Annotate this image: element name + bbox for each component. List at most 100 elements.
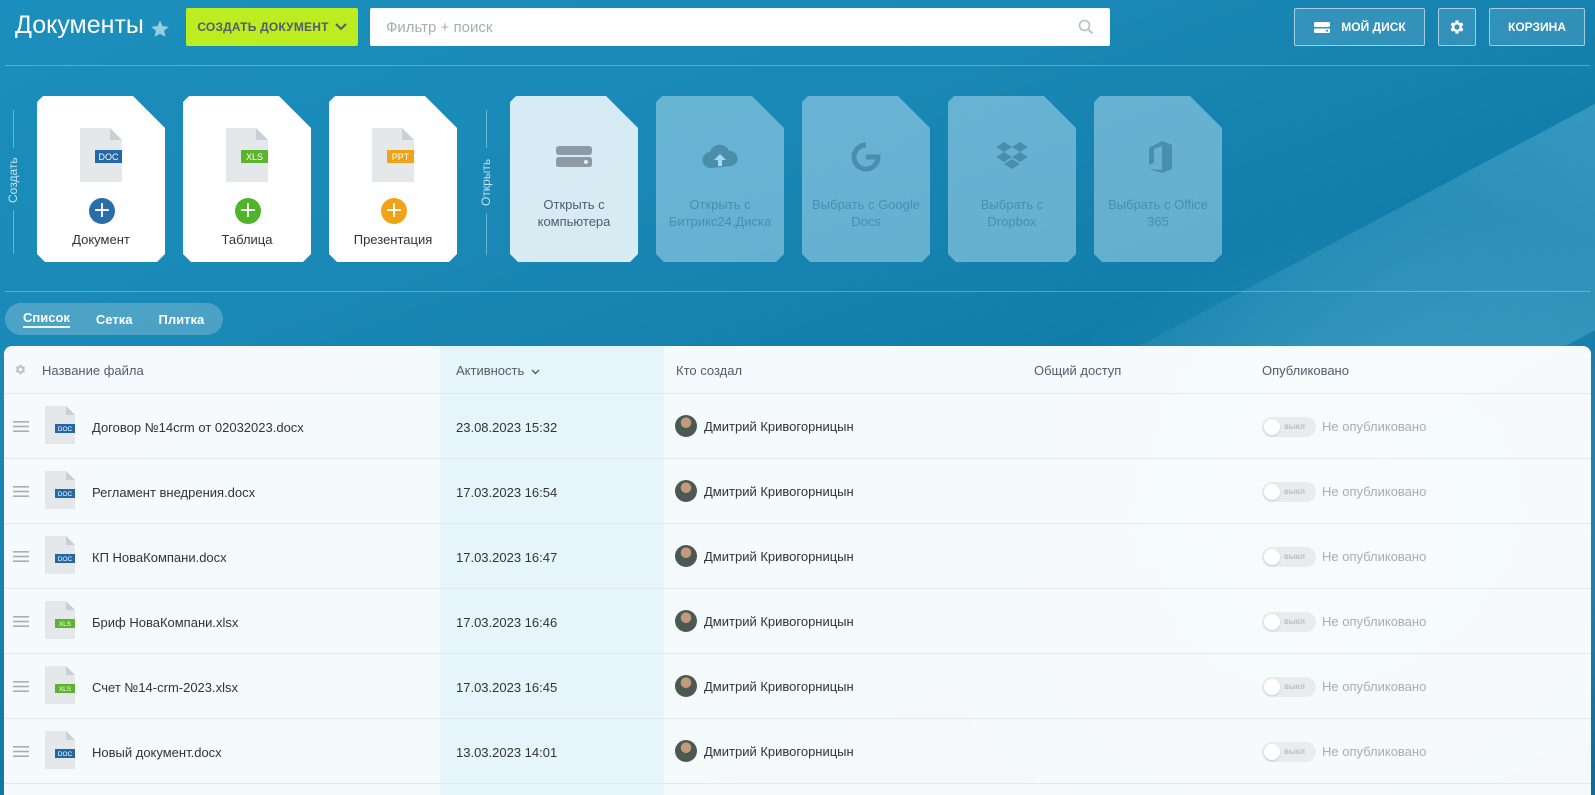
- publish-toggle[interactable]: выкл: [1262, 612, 1316, 632]
- divider: [5, 65, 1590, 66]
- activity-date: 23.08.2023 15:32: [456, 420, 558, 435]
- tile-label: Документ: [72, 232, 130, 247]
- drag-handle-icon[interactable]: [13, 421, 29, 432]
- office365-icon: [1149, 141, 1172, 173]
- gear-icon[interactable]: [14, 363, 27, 376]
- publish-toggle[interactable]: выкл: [1262, 547, 1316, 567]
- google-docs-tile[interactable]: Выбрать с Google Docs: [802, 96, 930, 262]
- table-row[interactable]: XLS Бриф НоваКомпани.xlsx 17.03.2023 16:46…: [4, 589, 1591, 654]
- toggle-text: выкл: [1284, 747, 1305, 756]
- documents-grid: Название файла Активность Кто создал Общ…: [4, 346, 1591, 795]
- column-header-author[interactable]: Кто создал: [676, 363, 742, 378]
- author-name[interactable]: Дмитрий Кривогорницын: [704, 614, 854, 629]
- file-name[interactable]: Счет №14-crm-2023.xlsx: [92, 680, 238, 695]
- file-icon: XLS: [45, 666, 75, 704]
- column-header-name[interactable]: Название файла: [42, 363, 144, 378]
- file-type-badge: DOC: [58, 556, 73, 563]
- office365-tile[interactable]: Выбрать с Office 365: [1094, 96, 1222, 262]
- publish-status: Не опубликовано: [1322, 744, 1427, 759]
- toggle-knob: [1264, 549, 1280, 565]
- view-list-tab[interactable]: Список: [23, 310, 70, 328]
- open-section-label: Открыть: [479, 158, 493, 206]
- publish-status: Не опубликовано: [1322, 679, 1427, 694]
- publish-status: Не опубликовано: [1322, 549, 1427, 564]
- create-spreadsheet-tile[interactable]: XLS + Таблица: [183, 96, 311, 262]
- table-row[interactable]: DOC Новый документ.docx 13.03.2023 14:01 Дм…: [4, 719, 1591, 784]
- table-row[interactable]: DOC КП НоваКомпани.docx 17.03.2023 16:47 Дм…: [4, 524, 1591, 589]
- drag-handle-icon[interactable]: [13, 486, 29, 497]
- author-name[interactable]: Дмитрий Кривогорницын: [704, 679, 854, 694]
- drag-handle-icon[interactable]: [13, 681, 29, 692]
- file-type-badge: DOC: [58, 491, 73, 498]
- toggle-text: выкл: [1284, 617, 1305, 626]
- publish-toggle[interactable]: выкл: [1262, 482, 1316, 502]
- open-from-computer-tile[interactable]: Открыть с компьютера: [510, 96, 638, 262]
- grid-header: Название файла Активность Кто создал Общ…: [4, 346, 1591, 394]
- column-header-sharing[interactable]: Общий доступ: [1034, 363, 1121, 378]
- toggle-knob: [1264, 744, 1280, 760]
- chevron-down-icon: [334, 23, 347, 31]
- file-name[interactable]: КП НоваКомпани.docx: [92, 550, 227, 565]
- dropbox-tile[interactable]: Выбрать с Dropbox: [948, 96, 1076, 262]
- author-name[interactable]: Дмитрий Кривогорницын: [704, 419, 854, 434]
- drag-handle-icon[interactable]: [13, 746, 29, 757]
- trash-label: КОРЗИНА: [1508, 20, 1566, 34]
- author-name[interactable]: Дмитрий Кривогорницын: [704, 744, 854, 759]
- hard-drive-icon: [1314, 21, 1331, 33]
- view-tile-tab[interactable]: Плитка: [158, 312, 204, 327]
- view-grid-tab[interactable]: Сетка: [96, 312, 133, 327]
- column-header-activity[interactable]: Активность: [456, 363, 540, 378]
- chevron-down-icon: [531, 369, 540, 375]
- file-name[interactable]: Бриф НоваКомпани.xlsx: [92, 615, 238, 630]
- my-disk-button[interactable]: МОЙ ДИСК: [1294, 8, 1425, 46]
- search-icon[interactable]: [1078, 19, 1094, 35]
- avatar: [675, 415, 697, 437]
- settings-button[interactable]: [1438, 8, 1476, 46]
- open-from-bitrix24-disk-tile[interactable]: Открыть с Битрикс24.Диска: [656, 96, 784, 262]
- create-document-button[interactable]: СОЗДАТЬ ДОКУМЕНТ: [186, 8, 358, 46]
- trash-button[interactable]: КОРЗИНА: [1489, 8, 1585, 46]
- search-box[interactable]: [370, 8, 1110, 46]
- column-header-published[interactable]: Опубликовано: [1262, 363, 1349, 378]
- tile-label: Открыть с компьютера: [537, 197, 611, 229]
- drag-handle-icon[interactable]: [13, 551, 29, 562]
- plus-icon: +: [381, 198, 407, 224]
- create-presentation-tile[interactable]: PPT + Презентация: [329, 96, 457, 262]
- create-document-tile[interactable]: DOC + Документ: [37, 96, 165, 262]
- tile-label: Таблица: [221, 232, 273, 247]
- toggle-knob: [1264, 614, 1280, 630]
- publish-toggle[interactable]: выкл: [1262, 417, 1316, 437]
- toggle-text: выкл: [1284, 487, 1305, 496]
- dropbox-icon: [996, 142, 1028, 169]
- drag-handle-icon[interactable]: [13, 616, 29, 627]
- search-input[interactable]: [386, 18, 1078, 36]
- table-row[interactable]: DOC Регламент внедрения.docx 17.03.2023 16…: [4, 459, 1591, 524]
- publish-toggle[interactable]: выкл: [1262, 677, 1316, 697]
- file-name[interactable]: Новый документ.docx: [92, 745, 222, 760]
- hard-drive-icon: [556, 146, 592, 167]
- divider: [486, 110, 487, 148]
- file-name[interactable]: Регламент внедрения.docx: [92, 485, 255, 500]
- my-disk-label: МОЙ ДИСК: [1341, 20, 1406, 34]
- divider: [13, 110, 14, 148]
- file-icon: DOC: [45, 406, 75, 444]
- table-row[interactable]: XLS Счет №14-crm-2023.xlsx 17.03.2023 16:4…: [4, 654, 1591, 719]
- activity-date: 13.03.2023 14:01: [456, 745, 558, 760]
- file-type-badge: XLS: [59, 621, 72, 628]
- tile-label: Выбрать с Dropbox: [980, 197, 1044, 229]
- author-name[interactable]: Дмитрий Кривогорницын: [704, 484, 854, 499]
- publish-toggle[interactable]: выкл: [1262, 742, 1316, 762]
- star-icon[interactable]: [150, 19, 170, 39]
- file-name[interactable]: Договор №14crm от 02032023.docx: [92, 420, 304, 435]
- table-row[interactable]: DOC Договор №14crm от 02032023.docx 23.08.…: [4, 394, 1591, 459]
- plus-icon: +: [89, 198, 115, 224]
- xls-file-icon: XLS: [226, 128, 268, 182]
- author-name[interactable]: Дмитрий Кривогорницын: [704, 549, 854, 564]
- doc-file-icon: DOC: [80, 128, 122, 182]
- avatar: [675, 610, 697, 632]
- avatar: [675, 545, 697, 567]
- file-icon: DOC: [45, 731, 75, 769]
- toggle-knob: [1264, 484, 1280, 500]
- divider: [5, 291, 1590, 292]
- avatar: [675, 740, 697, 762]
